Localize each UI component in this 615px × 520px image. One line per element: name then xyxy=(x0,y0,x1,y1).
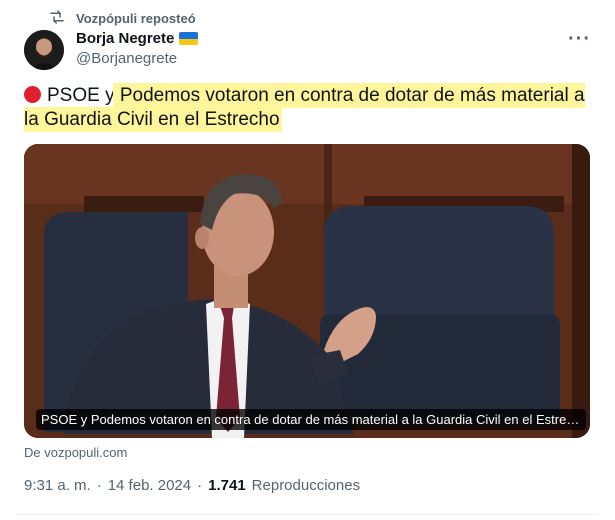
meta-separator: · xyxy=(197,477,203,494)
card-source[interactable]: De vozpopuli.com xyxy=(24,445,127,460)
repost-icon xyxy=(48,8,66,29)
repost-label: Vozpópuli reposteó xyxy=(76,10,196,26)
link-card[interactable]: PSOE y Podemos votaron en contra de dota… xyxy=(24,144,590,438)
view-count: 1.741 xyxy=(208,477,246,494)
tweet-text: PSOE y Podemos votaron en contra de dota… xyxy=(24,84,594,132)
card-caption: PSOE y Podemos votaron en contra de dota… xyxy=(36,409,586,430)
author-name[interactable]: Borja Negrete xyxy=(76,30,174,47)
tweet-time[interactable]: 9:31 a. m. xyxy=(24,477,91,494)
author-block: Borja Negrete @Borjanegrete xyxy=(76,30,199,67)
meta-separator: · xyxy=(96,477,102,494)
view-label: Reproducciones xyxy=(251,477,361,494)
tweet-text-plain: PSOE y xyxy=(47,85,115,106)
author-handle[interactable]: @Borjanegrete xyxy=(76,50,198,67)
more-icon[interactable]: ··· xyxy=(568,28,591,51)
red-circle-icon xyxy=(24,86,41,103)
avatar[interactable] xyxy=(24,30,64,70)
ukraine-flag-icon xyxy=(179,32,199,45)
tweet-date[interactable]: 14 feb. 2024 xyxy=(108,477,191,494)
repost-indicator[interactable]: Vozpópuli reposteó xyxy=(48,8,196,28)
tweet-meta: 9:31 a. m. · 14 feb. 2024 · 1.741 Reprod… xyxy=(24,477,360,494)
divider xyxy=(16,514,599,515)
article-photo xyxy=(24,144,590,438)
